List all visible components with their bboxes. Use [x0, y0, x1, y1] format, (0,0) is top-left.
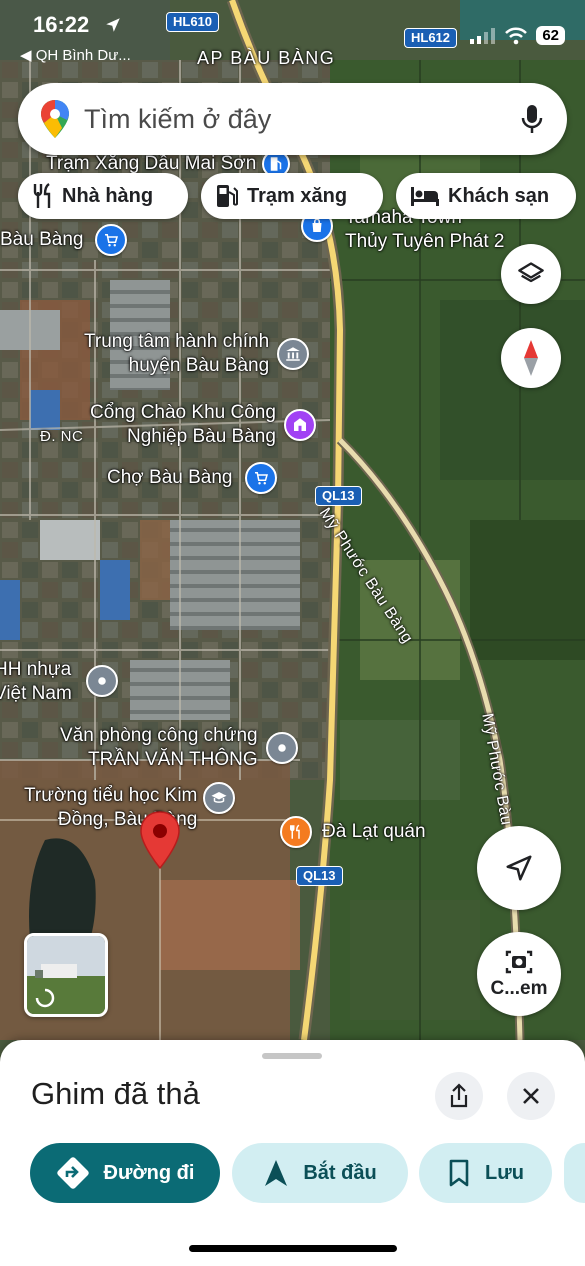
close-icon	[523, 1088, 539, 1104]
place-hh-nhua-viet-nam[interactable]: HH nhựa Việt Nam	[0, 658, 72, 706]
bookmark-icon	[449, 1159, 469, 1187]
home-indicator	[189, 1245, 397, 1252]
save-label: Lưu	[485, 1161, 524, 1184]
chip-hotels[interactable]: Khách sạn	[396, 173, 576, 219]
save-button[interactable]: Lưu	[419, 1143, 552, 1203]
hotel-icon	[411, 187, 439, 206]
microphone-icon[interactable]	[521, 103, 543, 135]
clock: 16:22	[33, 12, 90, 37]
directions-label: Đường đi	[103, 1161, 195, 1184]
place-cho-bau-bang[interactable]: Chợ Bàu Bàng	[107, 462, 277, 494]
place-label: Đà Lạt quán	[322, 821, 426, 842]
more-actions-button[interactable]	[564, 1143, 585, 1203]
navigation-arrow-icon	[265, 1160, 288, 1186]
navigation-arrow-icon	[506, 855, 532, 881]
camera-search-icon	[505, 950, 533, 974]
compass-button[interactable]	[501, 328, 561, 388]
road-shield-ql13: QL13	[315, 486, 362, 506]
dropped-pin-marker[interactable]	[138, 810, 182, 870]
status-icons: 62	[470, 26, 565, 45]
school-icon	[203, 782, 236, 814]
place-label: Cổng Chào Khu Công Nghiệp Bàu Bàng	[90, 402, 276, 447]
share-icon	[450, 1083, 468, 1108]
place-da-lat-quan[interactable]: Đà Lạt quán	[280, 816, 426, 848]
search-input[interactable]: Tìm kiếm ở đây	[84, 104, 521, 135]
place-label: Trung tâm hành chính huyện Bàu Bàng	[84, 331, 270, 376]
place-label: Bàu Bàng	[0, 229, 84, 250]
chip-label: Khách sạn	[448, 184, 550, 207]
place-icon[interactable]	[86, 665, 118, 697]
share-button[interactable]	[435, 1072, 483, 1120]
lens-camera-button[interactable]: C...em	[477, 932, 561, 1016]
shopping-icon	[244, 462, 277, 494]
chip-label: Nhà hàng	[62, 184, 154, 207]
place-trung-tam-hanh-chinh[interactable]: Trung tâm hành chính huyện Bàu Bàng	[84, 330, 310, 378]
place-bau-bang-mart[interactable]: Bàu Bàng	[0, 224, 128, 256]
back-to-app-link[interactable]: ◀ QH Bình Dư...	[20, 46, 131, 64]
place-cong-chao-kcn[interactable]: Cổng Chào Khu Công Nghiệp Bàu Bàng	[90, 401, 316, 449]
maps-logo-icon	[41, 100, 69, 138]
place-icon	[265, 732, 298, 764]
battery-indicator: 62	[536, 26, 565, 45]
cellular-signal-icon	[470, 27, 496, 44]
directions-button[interactable]: Đường đi	[30, 1143, 220, 1203]
place-van-phong-cong-chung[interactable]: Văn phòng công chứng TRẦN VĂN THÔNG	[60, 724, 298, 772]
lens-label: C...em	[490, 978, 548, 999]
chip-label: Trạm xăng	[247, 184, 348, 207]
search-bar[interactable]: Tìm kiếm ở đây	[18, 83, 567, 155]
directions-icon	[56, 1157, 89, 1189]
restaurant-icon	[280, 816, 312, 848]
road-shield-ql13: QL13	[296, 866, 343, 886]
my-location-button[interactable]	[477, 826, 561, 910]
restaurant-icon	[33, 183, 51, 208]
place-label: HH nhựa Việt Nam	[0, 659, 72, 704]
layers-button[interactable]	[501, 244, 561, 304]
layers-icon	[518, 262, 544, 283]
close-button[interactable]	[507, 1072, 555, 1120]
start-label: Bắt đầu	[303, 1161, 377, 1184]
place-label: Chợ Bàu Bàng	[107, 467, 233, 488]
chip-gas-stations[interactable]: Trạm xăng	[201, 173, 383, 219]
location-arrow-icon	[106, 18, 120, 32]
road-name-d-nc: Đ. NC	[40, 428, 84, 445]
shopping-icon	[95, 224, 128, 256]
start-button[interactable]: Bắt đầu	[232, 1143, 408, 1203]
place-truong-tieu-hoc-kim-dong[interactable]: Trường tiểu học Kim Đồng, Bàu Bàng	[24, 782, 236, 832]
wifi-icon	[505, 27, 528, 44]
street-view-thumbnail[interactable]	[24, 933, 108, 1017]
status-bar: 16:22 ◀ QH Bình Dư... 62	[0, 0, 585, 70]
sheet-drag-handle[interactable]	[262, 1053, 322, 1059]
chip-restaurants[interactable]: Nhà hàng	[18, 173, 188, 219]
compass-icon	[524, 340, 538, 376]
street-view-image	[27, 936, 105, 1014]
sheet-title: Ghim đã thả	[31, 1076, 200, 1111]
landmark-icon	[283, 409, 316, 441]
government-icon	[277, 338, 310, 370]
place-label: Văn phòng công chứng TRẦN VĂN THÔNG	[60, 725, 258, 770]
gas-station-icon	[217, 185, 238, 207]
